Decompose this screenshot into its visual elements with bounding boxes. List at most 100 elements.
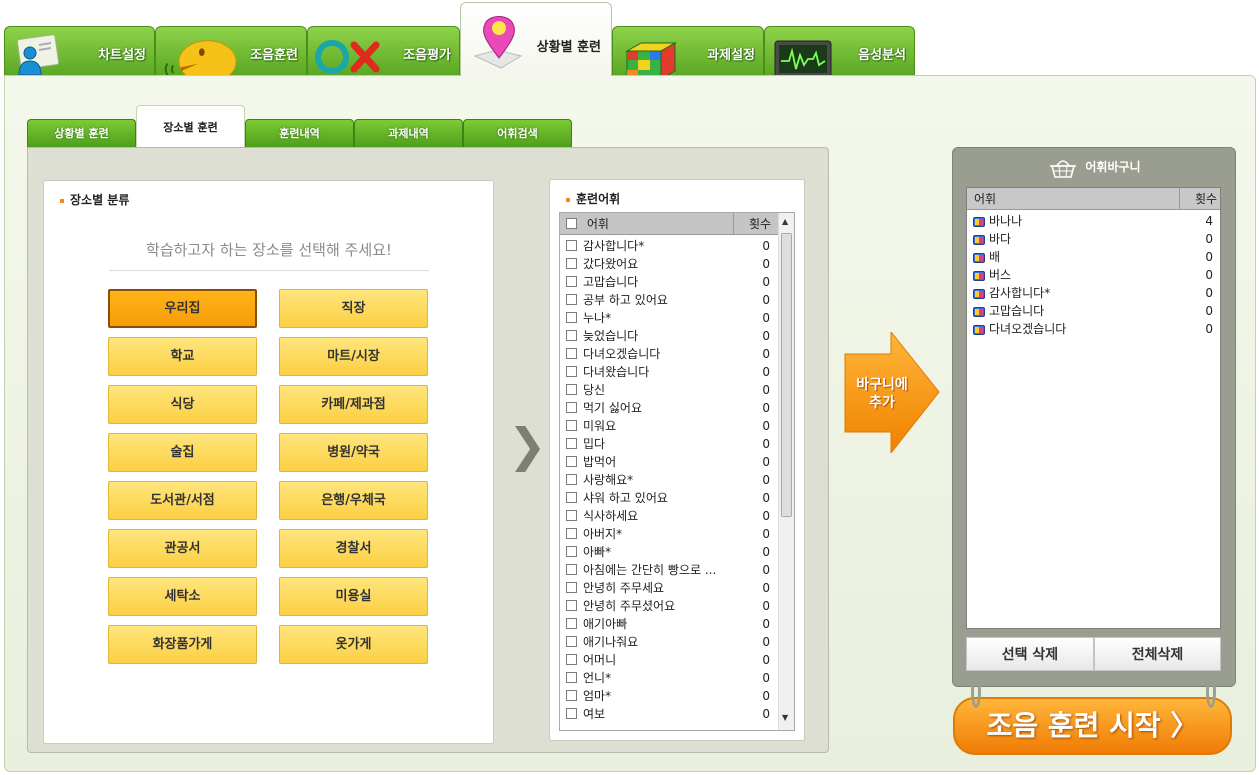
vocab-checkbox[interactable] [566, 402, 577, 413]
vocab-row[interactable]: 늦었습니다 0 [560, 327, 778, 345]
place-button[interactable]: 관공서 [108, 529, 257, 568]
vocab-checkbox[interactable] [566, 582, 577, 593]
place-button[interactable]: 도서관/서점 [108, 481, 257, 520]
select-all-checkbox[interactable] [566, 218, 577, 229]
vocab-checkbox[interactable] [566, 366, 577, 377]
vocab-row[interactable]: 샤워 하고 있어요 0 [560, 489, 778, 507]
vocab-checkbox[interactable] [566, 456, 577, 467]
basket-ring-right [1206, 676, 1216, 708]
vocab-row[interactable]: 여보 0 [560, 705, 778, 723]
vocab-row[interactable]: 공부 하고 있어요 0 [560, 291, 778, 309]
place-button[interactable]: 화장품가게 [108, 625, 257, 664]
vocab-row[interactable]: 고맙습니다 0 [560, 273, 778, 291]
vocab-checkbox[interactable] [566, 600, 577, 611]
basket-row[interactable]: 감사합니다* 0 [967, 284, 1220, 302]
sub-tab-training-history[interactable]: 훈련내역 [245, 119, 354, 147]
map-pin-icon [473, 16, 523, 69]
vocab-row[interactable]: 아버지* 0 [560, 525, 778, 543]
vocab-checkbox[interactable] [566, 294, 577, 305]
vocab-row[interactable]: 누나* 0 [560, 309, 778, 327]
place-button[interactable]: 식당 [108, 385, 257, 424]
top-tab-articulation-evaluation[interactable]: 조음평가 [307, 26, 460, 76]
vocab-checkbox[interactable] [566, 348, 577, 359]
delete-all-button[interactable]: 전체삭제 [1094, 637, 1221, 671]
place-button[interactable]: 은행/우체국 [279, 481, 428, 520]
vocab-checkbox[interactable] [566, 474, 577, 485]
place-button[interactable]: 미용실 [279, 577, 428, 616]
vocab-row[interactable]: 안녕히 주무셨어요 0 [560, 597, 778, 615]
top-tab-situational-training[interactable]: 상황별 훈련 [460, 2, 612, 76]
vocab-scrollbar[interactable]: ▲ ▼ [778, 213, 794, 730]
vocab-row[interactable]: 애기나줘요 0 [560, 633, 778, 651]
vocab-checkbox[interactable] [566, 708, 577, 719]
vocab-checkbox[interactable] [566, 672, 577, 683]
vocab-row[interactable]: 엄마* 0 [560, 687, 778, 705]
vocab-checkbox[interactable] [566, 492, 577, 503]
vocab-count: 0 [762, 419, 770, 433]
vocab-row[interactable]: 미워요 0 [560, 417, 778, 435]
top-tab-voice-analysis[interactable]: 음성분석 [764, 26, 915, 76]
vocab-checkbox[interactable] [566, 690, 577, 701]
place-button[interactable]: 우리집 [108, 289, 257, 328]
top-tab-articulation-training[interactable]: 조음훈련 [155, 26, 307, 76]
vocab-checkbox[interactable] [566, 564, 577, 575]
scroll-up-icon[interactable]: ▲ [782, 217, 788, 226]
vocab-checkbox[interactable] [566, 636, 577, 647]
sub-tab-place-training[interactable]: 장소별 훈련 [136, 105, 245, 147]
vocab-checkbox[interactable] [566, 240, 577, 251]
vocab-checkbox[interactable] [566, 438, 577, 449]
place-button[interactable]: 마트/시장 [279, 337, 428, 376]
vocab-row[interactable]: 아침에는 간단히 빵으로 ... 0 [560, 561, 778, 579]
vocab-checkbox[interactable] [566, 276, 577, 287]
place-button[interactable]: 세탁소 [108, 577, 257, 616]
vocab-checkbox[interactable] [566, 384, 577, 395]
start-articulation-training-button[interactable]: 조음 훈련 시작 〉 [953, 697, 1232, 755]
basket-row[interactable]: 바다 0 [967, 230, 1220, 248]
place-button[interactable]: 술집 [108, 433, 257, 472]
sub-tab-situational-training[interactable]: 상황별 훈련 [27, 119, 136, 147]
scroll-down-icon[interactable]: ▼ [782, 713, 788, 722]
vocab-row[interactable]: 아빠* 0 [560, 543, 778, 561]
place-button[interactable]: 옷가게 [279, 625, 428, 664]
vocab-row[interactable]: 사랑해요* 0 [560, 471, 778, 489]
basket-row[interactable]: 고맙습니다 0 [967, 302, 1220, 320]
place-button[interactable]: 직장 [279, 289, 428, 328]
place-button[interactable]: 경찰서 [279, 529, 428, 568]
vocab-checkbox[interactable] [566, 510, 577, 521]
top-tab-task-settings[interactable]: 과제설정 [612, 26, 764, 76]
vocab-row[interactable]: 당신 0 [560, 381, 778, 399]
vocab-row[interactable]: 먹기 싫어요 0 [560, 399, 778, 417]
place-button[interactable]: 병원/약국 [279, 433, 428, 472]
top-tab-chart-settings[interactable]: 차트설정 [4, 26, 155, 76]
basket-row[interactable]: 배0 [967, 248, 1220, 266]
vocab-row[interactable]: 언니* 0 [560, 669, 778, 687]
vocab-row[interactable]: 어머니 0 [560, 651, 778, 669]
top-tab-label: 차트설정 [98, 48, 146, 63]
vocab-row[interactable]: 밉다 0 [560, 435, 778, 453]
sub-tab-task-history[interactable]: 과제내역 [354, 119, 463, 147]
sub-tab-vocab-search[interactable]: 어휘검색 [463, 119, 572, 147]
vocab-row[interactable]: 갔다왔어요 0 [560, 255, 778, 273]
vocab-row[interactable]: 밥먹어 0 [560, 453, 778, 471]
vocab-checkbox[interactable] [566, 258, 577, 269]
vocab-checkbox[interactable] [566, 420, 577, 431]
vocab-checkbox[interactable] [566, 528, 577, 539]
vocab-row[interactable]: 식사하세요 0 [560, 507, 778, 525]
vocab-row[interactable]: 안녕히 주무세요 0 [560, 579, 778, 597]
basket-row[interactable]: 다녀오겠습니다 0 [967, 320, 1220, 338]
vocab-checkbox[interactable] [566, 618, 577, 629]
vocab-row[interactable]: 감사합니다* 0 [560, 237, 778, 255]
vocab-row[interactable]: 다녀오겠습니다 0 [560, 345, 778, 363]
place-button[interactable]: 카페/제과점 [279, 385, 428, 424]
vocab-row[interactable]: 다녀왔습니다 0 [560, 363, 778, 381]
delete-selected-button[interactable]: 선택 삭제 [966, 637, 1094, 671]
basket-row[interactable]: 바나나 4 [967, 212, 1220, 230]
basket-row[interactable]: 버스 0 [967, 266, 1220, 284]
place-button[interactable]: 학교 [108, 337, 257, 376]
vocab-checkbox[interactable] [566, 312, 577, 323]
vocab-row[interactable]: 애기아빠 0 [560, 615, 778, 633]
vocab-checkbox[interactable] [566, 330, 577, 341]
vocab-checkbox[interactable] [566, 546, 577, 557]
vocab-scroll-thumb[interactable] [781, 233, 792, 517]
vocab-checkbox[interactable] [566, 654, 577, 665]
